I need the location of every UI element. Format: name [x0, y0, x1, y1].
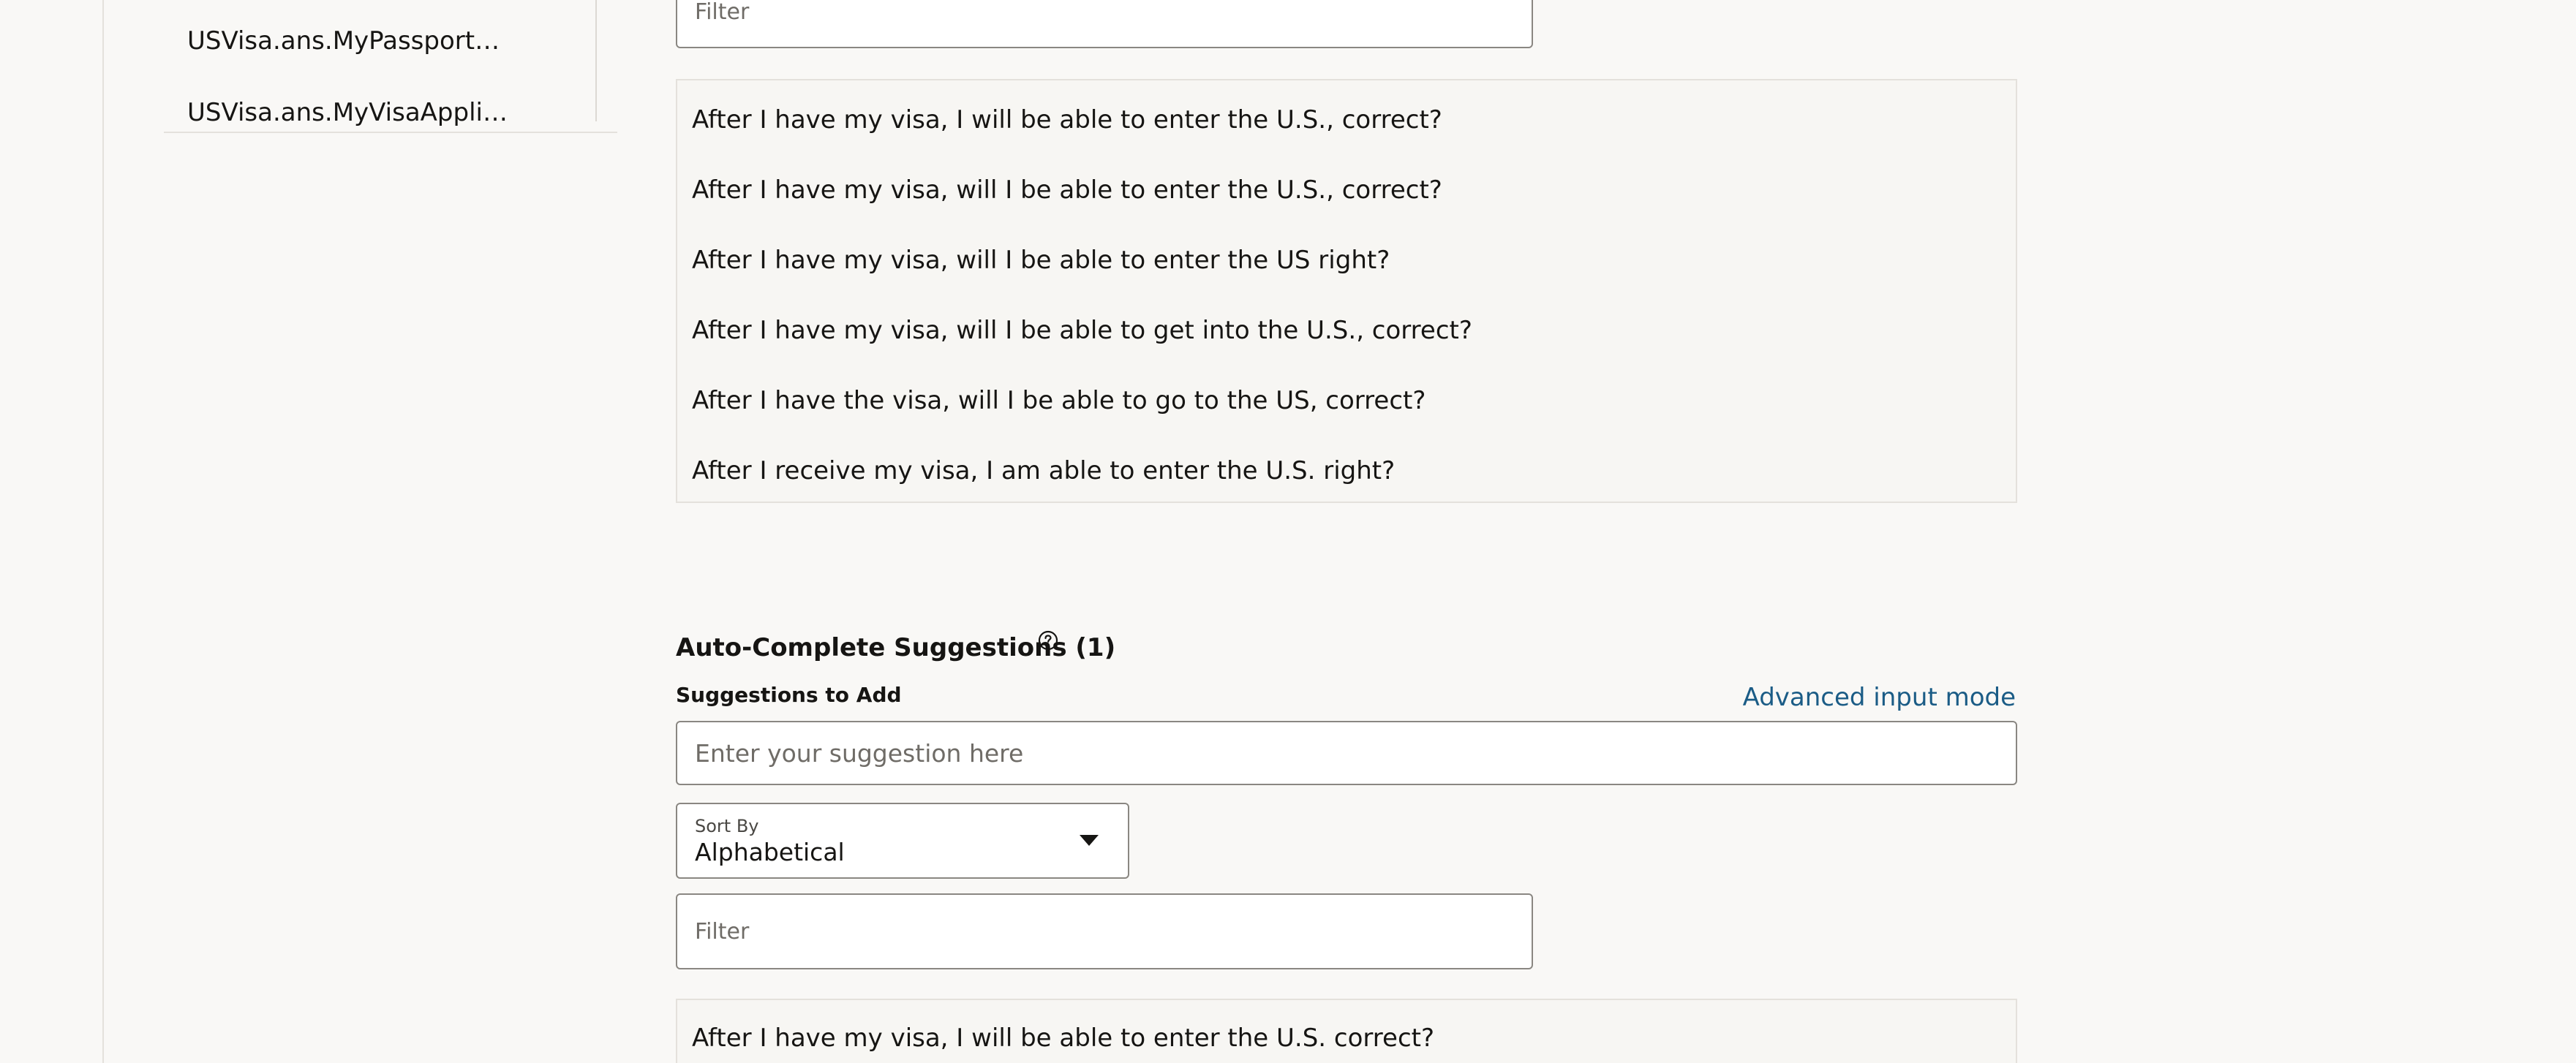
filter-placeholder: Filter: [695, 0, 750, 25]
list-item[interactable]: After I receive my visa, I am able to en…: [692, 456, 1395, 485]
page: USVisa.ans.MyPassportWithinValidity USVi…: [0, 0, 2576, 1063]
list-item[interactable]: After I have my visa, I will be able to …: [692, 105, 1442, 135]
intent-side-list: USVisa.ans.MyPassportWithinValidity USVi…: [164, 0, 617, 133]
sort-by-label: Sort By: [695, 816, 759, 836]
left-gutter-divider: [102, 0, 104, 1063]
side-list-item[interactable]: USVisa.ans.MyVisaApplicationStatus: [187, 98, 516, 127]
advanced-input-mode-link[interactable]: Advanced input mode: [1743, 683, 2016, 712]
utterance-list: After I have my visa, I will be able to …: [676, 79, 2017, 503]
suggestion-input[interactable]: [676, 721, 2017, 785]
suggestions-to-add-label: Suggestions to Add: [676, 683, 902, 707]
sort-by-select[interactable]: Sort By Alphabetical: [676, 803, 1129, 879]
side-list-scrollbar[interactable]: [595, 0, 597, 121]
suggestion-filter-input[interactable]: Filter: [676, 893, 1533, 969]
filter-placeholder: Filter: [695, 918, 750, 945]
list-item[interactable]: After I have my visa, I will be able to …: [692, 1024, 1434, 1053]
suggestion-list: After I have my visa, I will be able to …: [676, 999, 2017, 1063]
question-circle-icon[interactable]: [1038, 630, 1058, 651]
list-item[interactable]: After I have the visa, will I be able to…: [692, 386, 1426, 415]
list-item[interactable]: After I have my visa, will I be able to …: [692, 316, 1472, 345]
list-item[interactable]: After I have my visa, will I be able to …: [692, 246, 1390, 275]
caret-down-icon: [1080, 835, 1099, 846]
side-list-item[interactable]: USVisa.ans.MyPassportWithinValidity: [187, 26, 516, 56]
utterance-filter-input[interactable]: Filter: [676, 0, 1533, 48]
sort-by-value: Alphabetical: [695, 838, 845, 866]
list-item[interactable]: After I have my visa, will I be able to …: [692, 175, 1442, 205]
